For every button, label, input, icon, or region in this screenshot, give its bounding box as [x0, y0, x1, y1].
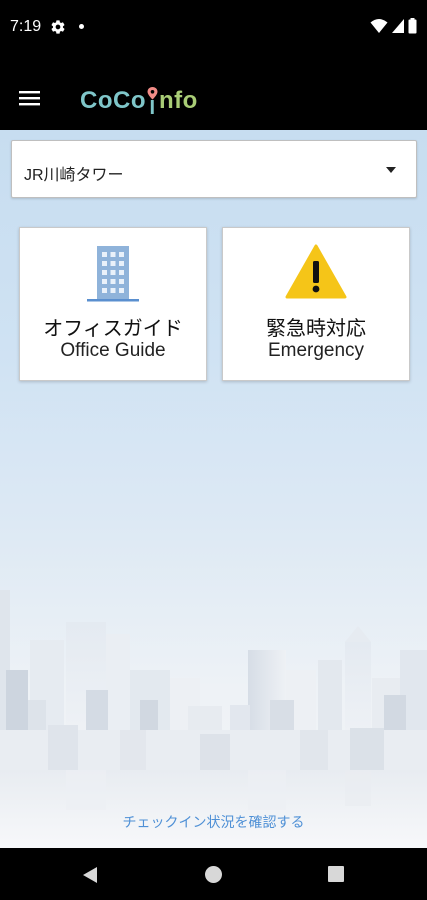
location-select[interactable]: JR川崎タワー: [11, 140, 417, 198]
notification-dot-icon: [79, 24, 84, 29]
gear-icon: [51, 20, 65, 34]
emergency-title-ja: 緊急時対応: [266, 316, 366, 340]
battery-icon: [408, 18, 417, 34]
emergency-title-en: Emergency: [267, 340, 365, 361]
app-bar: Co Co I nfo: [0, 56, 427, 130]
logo-part-4: nfo: [159, 87, 198, 114]
dropdown-arrow-icon: [386, 167, 396, 173]
office-guide-card[interactable]: オフィスガイド Office Guide: [19, 227, 207, 381]
location-select-value: JR川崎タワー: [24, 167, 124, 184]
warning-icon: [223, 244, 409, 304]
emergency-card[interactable]: 緊急時対応 Emergency: [222, 227, 410, 381]
hamburger-menu-icon: [19, 91, 40, 106]
office-guide-title-ja: オフィスガイド: [43, 316, 183, 340]
recents-icon[interactable]: [328, 866, 344, 882]
back-icon[interactable]: [82, 866, 98, 884]
status-bar: 7:19: [0, 0, 427, 56]
app-logo: Co Co I nfo: [80, 86, 198, 119]
home-icon[interactable]: [205, 866, 222, 883]
logo-pin: I: [147, 86, 158, 119]
logo-part-2: Co: [113, 87, 146, 114]
menu-button[interactable]: [12, 80, 48, 116]
checkin-status-link[interactable]: チェックイン状況を確認する: [0, 812, 427, 832]
navigation-bar: [0, 848, 427, 900]
wifi-icon: [370, 19, 388, 33]
logo-part-1: Co: [80, 87, 113, 114]
office-guide-title-en: Office Guide: [60, 340, 166, 361]
main-content: JR川崎タワー オフィスガイド Office Guide 緊急時対応 Emerg…: [0, 130, 427, 848]
office-building-icon: [20, 244, 206, 304]
status-time: 7:19: [10, 18, 42, 35]
signal-icon: [392, 19, 404, 33]
status-icons: [370, 18, 417, 34]
logo-part-3: I: [149, 96, 156, 119]
